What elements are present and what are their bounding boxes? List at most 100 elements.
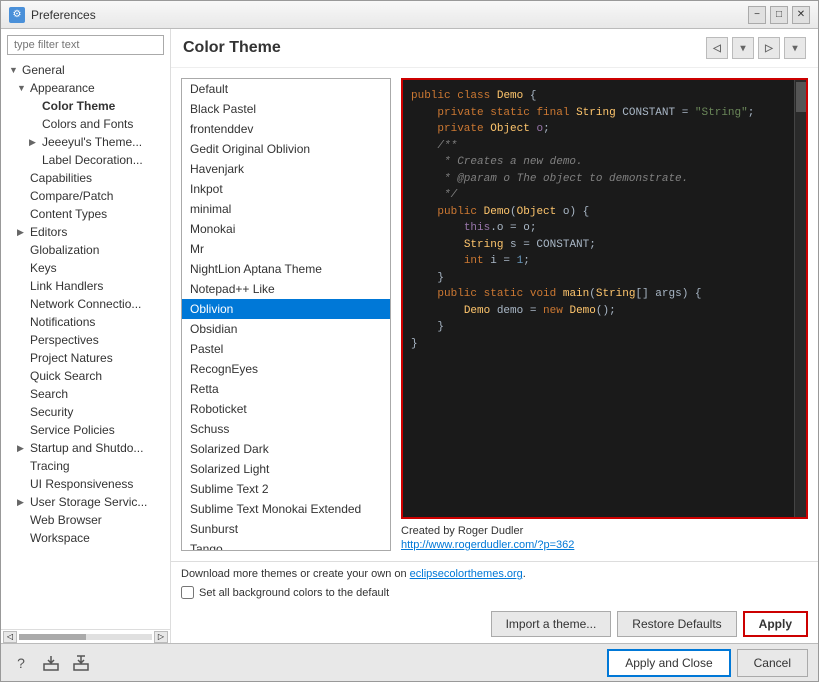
maximize-button[interactable]: □ xyxy=(770,6,788,24)
sidebar-label: Colors and Fonts xyxy=(42,117,133,131)
theme-list-item[interactable]: NightLion Aptana Theme xyxy=(182,259,390,279)
main-content: ▼ General ▼ Appearance Color Theme xyxy=(1,29,818,643)
sidebar-item-service-policies[interactable]: Service Policies xyxy=(1,421,170,439)
theme-list-item[interactable]: Sublime Text 2 xyxy=(182,479,390,499)
download-link[interactable]: eclipsecolorthemes.org xyxy=(410,568,523,580)
sidebar-item-compare-patch[interactable]: Compare/Patch xyxy=(1,187,170,205)
preferences-window: ⚙ Preferences − □ ✕ ▼ General xyxy=(0,0,819,682)
theme-list-item[interactable]: RecognEyes xyxy=(182,359,390,379)
theme-list-item[interactable]: Schuss xyxy=(182,419,390,439)
sidebar-item-capabilities[interactable]: Capabilities xyxy=(1,169,170,187)
sidebar-item-globalization[interactable]: Globalization xyxy=(1,241,170,259)
theme-list-item[interactable]: Mr xyxy=(182,239,390,259)
nav-dropdown-btn[interactable]: ▾ xyxy=(732,37,754,59)
theme-list-item[interactable]: frontenddev xyxy=(182,119,390,139)
cancel-button[interactable]: Cancel xyxy=(737,649,808,677)
theme-list-item[interactable]: Havenjark xyxy=(182,159,390,179)
scroll-left-btn[interactable]: ◁ xyxy=(3,631,17,643)
sidebar-label: Quick Search xyxy=(30,369,102,383)
theme-list[interactable]: DefaultBlack PastelfrontenddevGedit Orig… xyxy=(181,78,391,551)
export-icon-2[interactable] xyxy=(71,653,91,673)
export-icon-1[interactable] xyxy=(41,653,61,673)
theme-list-item[interactable]: Retta xyxy=(182,379,390,399)
download-text: Download more themes or create your own … xyxy=(181,568,808,580)
theme-list-item[interactable]: Obsidian xyxy=(182,319,390,339)
nav-forward-btn[interactable]: ▷ xyxy=(758,37,780,59)
theme-list-item[interactable]: Inkpot xyxy=(182,179,390,199)
sidebar-item-general[interactable]: ▼ General xyxy=(1,61,170,79)
sidebar-label: Compare/Patch xyxy=(30,189,113,203)
expand-icon: ▶ xyxy=(17,497,27,508)
expand-icon: ▼ xyxy=(9,65,19,75)
sidebar-item-link-handlers[interactable]: Link Handlers xyxy=(1,277,170,295)
sidebar-item-colors-fonts[interactable]: Colors and Fonts xyxy=(1,115,170,133)
theme-list-item[interactable]: Solarized Dark xyxy=(182,439,390,459)
theme-list-item[interactable]: Pastel xyxy=(182,339,390,359)
sidebar-label: Workspace xyxy=(30,531,90,545)
sidebar-label: Tracing xyxy=(30,459,70,473)
sidebar-item-project-natures[interactable]: Project Natures xyxy=(1,349,170,367)
theme-list-item[interactable]: Gedit Original Oblivion xyxy=(182,139,390,159)
sidebar-label: Notifications xyxy=(30,315,95,329)
theme-list-item[interactable]: minimal xyxy=(182,199,390,219)
minimize-button[interactable]: − xyxy=(748,6,766,24)
theme-list-item[interactable]: Solarized Light xyxy=(182,459,390,479)
sidebar-item-notifications[interactable]: Notifications xyxy=(1,313,170,331)
sidebar-label: Jeeeyul's Theme... xyxy=(42,135,142,149)
sidebar-scroll: ◁ ▷ xyxy=(1,629,170,643)
theme-list-item[interactable]: Oblivion xyxy=(182,299,390,319)
theme-list-item[interactable]: Tango xyxy=(182,539,390,551)
background-checkbox[interactable] xyxy=(181,586,194,599)
theme-list-item[interactable]: Notepad++ Like xyxy=(182,279,390,299)
theme-list-item[interactable]: Default xyxy=(182,79,390,99)
theme-list-item[interactable]: Monokai xyxy=(182,219,390,239)
sidebar-item-keys[interactable]: Keys xyxy=(1,259,170,277)
import-button[interactable]: Import a theme... xyxy=(491,611,612,637)
sidebar-item-web-browser[interactable]: Web Browser xyxy=(1,511,170,529)
sidebar-item-editors[interactable]: ▶ Editors xyxy=(1,223,170,241)
sidebar-item-workspace[interactable]: Workspace xyxy=(1,529,170,547)
sidebar-label: Capabilities xyxy=(30,171,92,185)
theme-list-item[interactable]: Sublime Text Monokai Extended xyxy=(182,499,390,519)
scroll-right-btn[interactable]: ▷ xyxy=(154,631,168,643)
sidebar-item-search[interactable]: Search xyxy=(1,385,170,403)
sidebar-item-ui-responsiveness[interactable]: UI Responsiveness xyxy=(1,475,170,493)
panel-nav: ◁ ▾ ▷ ▾ xyxy=(706,37,806,59)
expand-icon: ▶ xyxy=(17,443,27,454)
sidebar-item-security[interactable]: Security xyxy=(1,403,170,421)
sidebar-item-appearance[interactable]: ▼ Appearance xyxy=(1,79,170,97)
sidebar-label: Label Decoration... xyxy=(42,153,143,167)
restore-button[interactable]: Restore Defaults xyxy=(617,611,736,637)
sidebar-item-tracing[interactable]: Tracing xyxy=(1,457,170,475)
filter-input[interactable] xyxy=(7,35,164,55)
close-button[interactable]: ✕ xyxy=(792,6,810,24)
sidebar-item-color-theme[interactable]: Color Theme xyxy=(1,97,170,115)
right-panel: Color Theme ◁ ▾ ▷ ▾ DefaultBlack Pastelf… xyxy=(171,29,818,643)
sidebar-item-perspectives[interactable]: Perspectives xyxy=(1,331,170,349)
sidebar-label: General xyxy=(22,63,65,77)
theme-list-item[interactable]: Roboticket xyxy=(182,399,390,419)
theme-list-item[interactable]: Sunburst xyxy=(182,519,390,539)
sidebar-item-quick-search[interactable]: Quick Search xyxy=(1,367,170,385)
window-title: Preferences xyxy=(31,8,96,22)
sidebar-item-content-types[interactable]: Content Types xyxy=(1,205,170,223)
expand-icon: ▼ xyxy=(17,83,27,93)
sidebar-label: UI Responsiveness xyxy=(30,477,133,491)
apply-button[interactable]: Apply xyxy=(743,611,808,637)
sidebar-item-startup[interactable]: ▶ Startup and Shutdo... xyxy=(1,439,170,457)
sidebar-label: Security xyxy=(30,405,73,419)
sidebar-item-network[interactable]: Network Connectio... xyxy=(1,295,170,313)
sidebar-label: Appearance xyxy=(30,81,95,95)
sidebar-item-user-storage[interactable]: ▶ User Storage Servic... xyxy=(1,493,170,511)
help-icon[interactable]: ? xyxy=(11,653,31,673)
expand-icon: ▶ xyxy=(17,227,27,238)
nav-menu-btn[interactable]: ▾ xyxy=(784,37,806,59)
sidebar-label: Web Browser xyxy=(30,513,102,527)
theme-list-item[interactable]: Black Pastel xyxy=(182,99,390,119)
sidebar-item-jeeeyuls[interactable]: ▶ Jeeeyul's Theme... xyxy=(1,133,170,151)
sidebar-item-label-decoration[interactable]: Label Decoration... xyxy=(1,151,170,169)
creator-link[interactable]: http://www.rogerdudler.com/?p=362 xyxy=(401,539,574,551)
apply-close-button[interactable]: Apply and Close xyxy=(607,649,730,677)
code-scrollbar[interactable] xyxy=(794,80,806,517)
nav-back-btn[interactable]: ◁ xyxy=(706,37,728,59)
